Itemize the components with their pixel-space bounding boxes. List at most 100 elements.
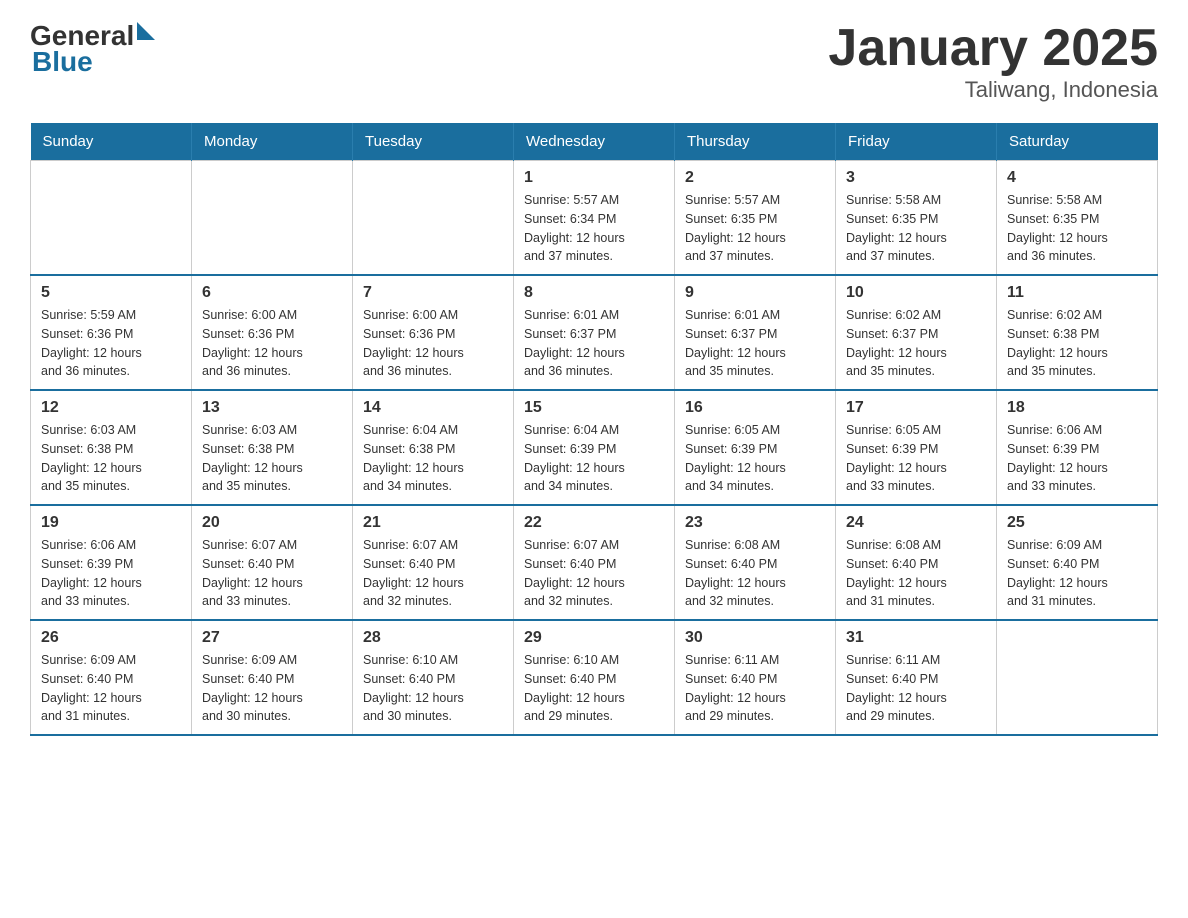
day-number: 2 [685, 169, 825, 187]
day-info: Sunrise: 6:08 AM Sunset: 6:40 PM Dayligh… [685, 536, 825, 611]
calendar-cell: 14 Sunrise: 6:04 AM Sunset: 6:38 PM Dayli… [353, 390, 514, 505]
day-info: Sunrise: 6:04 AM Sunset: 6:39 PM Dayligh… [524, 421, 664, 496]
calendar-cell: 16Sunrise: 6:05 AM Sunset: 6:39 PM Dayli… [675, 390, 836, 505]
week-row-2: 5 Sunrise: 5:59 AM Sunset: 6:36 PM Daylig… [31, 275, 1158, 390]
calendar-cell [997, 620, 1158, 735]
day-number: 26 [41, 629, 181, 647]
day-number: 24 [846, 514, 986, 532]
calendar-cell: 22 Sunrise: 6:07 AM Sunset: 6:40 PM Dayli… [514, 505, 675, 620]
day-number: 6 [202, 284, 342, 302]
day-info: Sunrise: 6:11 AM Sunset: 6:40 PM Dayligh… [846, 651, 986, 726]
day-number: 23 [685, 514, 825, 532]
day-number: 18 [1007, 399, 1147, 417]
day-info: Sunrise: 6:06 AM Sunset: 6:39 PM Dayligh… [41, 536, 181, 611]
day-number: 31 [846, 629, 986, 647]
day-number: 10 [846, 284, 986, 302]
week-row-4: 19 Sunrise: 6:06 AM Sunset: 6:39 PM Dayli… [31, 505, 1158, 620]
calendar-cell: 12 Sunrise: 6:03 AM Sunset: 6:38 PM Dayli… [31, 390, 192, 505]
day-info: Sunrise: 6:01 AM Sunset: 6:37 PM Dayligh… [685, 306, 825, 381]
calendar-cell [353, 161, 514, 276]
calendar-cell: 27Sunrise: 6:09 AM Sunset: 6:40 PM Dayli… [192, 620, 353, 735]
calendar-header: SundayMondayTuesdayWednesdayThursdayFrid… [31, 123, 1158, 161]
logo: General Blue [30, 20, 155, 78]
day-info: Sunrise: 5:58 AM Sunset: 6:35 PM Dayligh… [846, 191, 986, 266]
day-number: 28 [363, 629, 503, 647]
day-info: Sunrise: 5:57 AM Sunset: 6:35 PM Dayligh… [685, 191, 825, 266]
day-number: 19 [41, 514, 181, 532]
day-number: 5 [41, 284, 181, 302]
day-info: Sunrise: 6:03 AM Sunset: 6:38 PM Dayligh… [41, 421, 181, 496]
calendar-cell: 10 Sunrise: 6:02 AM Sunset: 6:37 PM Dayli… [836, 275, 997, 390]
calendar-cell: 15 Sunrise: 6:04 AM Sunset: 6:39 PM Dayli… [514, 390, 675, 505]
calendar-cell: 6 Sunrise: 6:00 AM Sunset: 6:36 PM Daylig… [192, 275, 353, 390]
days-of-week-row: SundayMondayTuesdayWednesdayThursdayFrid… [31, 123, 1158, 161]
day-number: 12 [41, 399, 181, 417]
day-number: 21 [363, 514, 503, 532]
day-info: Sunrise: 6:11 AM Sunset: 6:40 PM Dayligh… [685, 651, 825, 726]
day-info: Sunrise: 6:02 AM Sunset: 6:37 PM Dayligh… [846, 306, 986, 381]
calendar-cell: 26 Sunrise: 6:09 AM Sunset: 6:40 PM Dayli… [31, 620, 192, 735]
day-info: Sunrise: 6:05 AM Sunset: 6:39 PM Dayligh… [685, 421, 825, 496]
calendar-cell [31, 161, 192, 276]
day-number: 8 [524, 284, 664, 302]
day-info: Sunrise: 5:59 AM Sunset: 6:36 PM Dayligh… [41, 306, 181, 381]
calendar-cell: 7Sunrise: 6:00 AM Sunset: 6:36 PM Daylig… [353, 275, 514, 390]
day-number: 25 [1007, 514, 1147, 532]
day-info: Sunrise: 6:09 AM Sunset: 6:40 PM Dayligh… [41, 651, 181, 726]
page-header: General Blue January 2025 Taliwang, Indo… [30, 20, 1158, 103]
day-number: 15 [524, 399, 664, 417]
calendar-cell: 25 Sunrise: 6:09 AM Sunset: 6:40 PM Dayli… [997, 505, 1158, 620]
calendar-cell: 23 Sunrise: 6:08 AM Sunset: 6:40 PM Dayli… [675, 505, 836, 620]
calendar-cell: 28 Sunrise: 6:10 AM Sunset: 6:40 PM Dayli… [353, 620, 514, 735]
day-number: 1 [524, 169, 664, 187]
logo-blue-text: Blue [32, 46, 93, 78]
calendar-cell: 31 Sunrise: 6:11 AM Sunset: 6:40 PM Dayli… [836, 620, 997, 735]
day-info: Sunrise: 6:10 AM Sunset: 6:40 PM Dayligh… [524, 651, 664, 726]
calendar-cell: 5 Sunrise: 5:59 AM Sunset: 6:36 PM Daylig… [31, 275, 192, 390]
day-number: 29 [524, 629, 664, 647]
title-section: January 2025 Taliwang, Indonesia [828, 20, 1158, 103]
calendar-cell: 18Sunrise: 6:06 AM Sunset: 6:39 PM Dayli… [997, 390, 1158, 505]
calendar-cell: 11Sunrise: 6:02 AM Sunset: 6:38 PM Dayli… [997, 275, 1158, 390]
calendar-cell: 30 Sunrise: 6:11 AM Sunset: 6:40 PM Dayli… [675, 620, 836, 735]
calendar-cell: 2 Sunrise: 5:57 AM Sunset: 6:35 PM Daylig… [675, 161, 836, 276]
day-header-monday: Monday [192, 123, 353, 161]
day-info: Sunrise: 6:10 AM Sunset: 6:40 PM Dayligh… [363, 651, 503, 726]
day-number: 4 [1007, 169, 1147, 187]
day-number: 13 [202, 399, 342, 417]
day-info: Sunrise: 6:07 AM Sunset: 6:40 PM Dayligh… [202, 536, 342, 611]
day-info: Sunrise: 6:09 AM Sunset: 6:40 PM Dayligh… [1007, 536, 1147, 611]
calendar-table: SundayMondayTuesdayWednesdayThursdayFrid… [30, 123, 1158, 736]
day-info: Sunrise: 6:00 AM Sunset: 6:36 PM Dayligh… [363, 306, 503, 381]
day-info: Sunrise: 6:03 AM Sunset: 6:38 PM Dayligh… [202, 421, 342, 496]
day-info: Sunrise: 6:04 AM Sunset: 6:38 PM Dayligh… [363, 421, 503, 496]
calendar-subtitle: Taliwang, Indonesia [828, 77, 1158, 103]
calendar-cell: 21Sunrise: 6:07 AM Sunset: 6:40 PM Dayli… [353, 505, 514, 620]
calendar-title: January 2025 [828, 20, 1158, 77]
calendar-cell: 1Sunrise: 5:57 AM Sunset: 6:34 PM Daylig… [514, 161, 675, 276]
calendar-cell: 9Sunrise: 6:01 AM Sunset: 6:37 PM Daylig… [675, 275, 836, 390]
day-number: 17 [846, 399, 986, 417]
calendar-cell: 4Sunrise: 5:58 AM Sunset: 6:35 PM Daylig… [997, 161, 1158, 276]
calendar-cell: 24Sunrise: 6:08 AM Sunset: 6:40 PM Dayli… [836, 505, 997, 620]
calendar-cell [192, 161, 353, 276]
day-info: Sunrise: 6:00 AM Sunset: 6:36 PM Dayligh… [202, 306, 342, 381]
calendar-cell: 8Sunrise: 6:01 AM Sunset: 6:37 PM Daylig… [514, 275, 675, 390]
day-number: 11 [1007, 284, 1147, 302]
calendar-body: 1Sunrise: 5:57 AM Sunset: 6:34 PM Daylig… [31, 161, 1158, 736]
day-info: Sunrise: 6:07 AM Sunset: 6:40 PM Dayligh… [524, 536, 664, 611]
day-header-wednesday: Wednesday [514, 123, 675, 161]
calendar-cell: 17Sunrise: 6:05 AM Sunset: 6:39 PM Dayli… [836, 390, 997, 505]
day-number: 3 [846, 169, 986, 187]
day-header-friday: Friday [836, 123, 997, 161]
day-number: 27 [202, 629, 342, 647]
logo-arrow-icon [137, 22, 155, 40]
day-number: 14 [363, 399, 503, 417]
day-number: 22 [524, 514, 664, 532]
day-header-saturday: Saturday [997, 123, 1158, 161]
day-number: 20 [202, 514, 342, 532]
day-number: 30 [685, 629, 825, 647]
week-row-3: 12 Sunrise: 6:03 AM Sunset: 6:38 PM Dayli… [31, 390, 1158, 505]
calendar-cell: 13 Sunrise: 6:03 AM Sunset: 6:38 PM Dayli… [192, 390, 353, 505]
calendar-cell: 20 Sunrise: 6:07 AM Sunset: 6:40 PM Dayli… [192, 505, 353, 620]
